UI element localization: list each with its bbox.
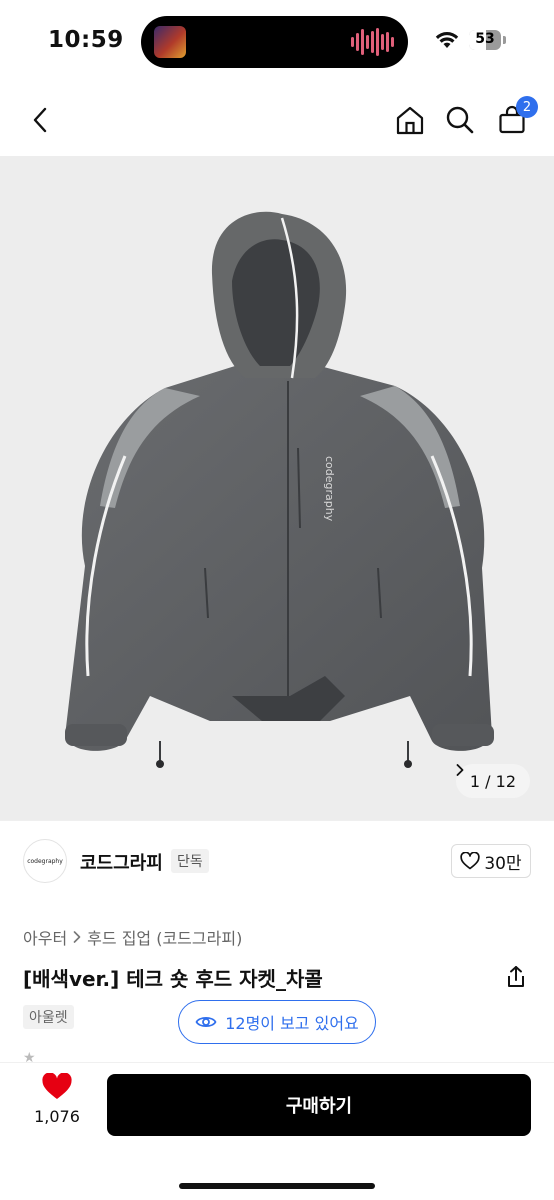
search-button[interactable] [442, 102, 478, 138]
cart-count-badge: 2 [516, 96, 538, 118]
shop-logo-text: codegraphy [27, 857, 63, 865]
wishlist-button[interactable]: 1,076 [30, 1073, 84, 1143]
share-icon [508, 966, 524, 987]
heart-filled-icon [42, 1073, 72, 1099]
battery-icon: 53 [469, 30, 501, 50]
shop-like-button[interactable]: 30만 [451, 844, 531, 878]
breadcrumb-item[interactable]: 후드 집업 (코드그라피) [87, 925, 242, 949]
viewers-count-pill[interactable]: 12명이 보고 있어요 [178, 1000, 376, 1044]
status-bar: 10:59 53 [0, 0, 554, 84]
product-jacket-image: codegraphy [65, 211, 494, 768]
battery-nub [503, 36, 506, 44]
shop-like-count: 30만 [484, 853, 522, 874]
image-counter-text: 1 / 12 [469, 771, 516, 791]
chevron-right-icon [73, 931, 81, 943]
status-time: 10:59 [48, 27, 124, 53]
jacket-print-text: codegraphy [323, 456, 336, 522]
product-title: [배색ver.] 테크 숏 후드 자켓_차콜 [23, 967, 323, 991]
audio-wave-icon [351, 28, 394, 56]
heart-outline-icon [460, 852, 481, 870]
viewers-count-text: 12명이 보고 있어요 [225, 1014, 359, 1033]
home-indicator[interactable] [179, 1183, 375, 1189]
outlet-badge: 아울렛 [23, 1005, 74, 1029]
exclusive-tag: 단독 [171, 849, 209, 873]
breadcrumb-item[interactable]: 아우터 [23, 925, 67, 949]
back-button[interactable] [22, 102, 58, 138]
wishlist-count: 1,076 [34, 1107, 80, 1126]
share-button[interactable] [502, 963, 530, 991]
home-icon [396, 106, 424, 135]
chevron-right-icon [456, 764, 464, 776]
product-image-carousel[interactable]: codegraphy 1 / 12 [0, 156, 554, 820]
buy-button[interactable]: 구매하기 [107, 1074, 531, 1136]
battery-percent: 53 [475, 31, 495, 47]
bottom-purchase-bar: 1,076 구매하기 [0, 1062, 554, 1200]
eye-icon [195, 1016, 217, 1028]
dynamic-island[interactable] [141, 16, 408, 68]
shop-name[interactable]: 코드그라피 [80, 849, 163, 875]
top-nav-bar: 2 [0, 84, 554, 156]
chevron-left-icon [33, 107, 47, 133]
image-counter-button[interactable]: 1 / 12 [455, 764, 530, 798]
cart-button[interactable]: 2 [494, 96, 538, 138]
shop-logo[interactable]: codegraphy [23, 839, 67, 883]
search-icon [446, 106, 474, 134]
home-button[interactable] [392, 102, 428, 138]
now-playing-artwork [154, 26, 186, 58]
breadcrumb: 아우터 후드 집업 (코드그라피) [23, 925, 242, 949]
wifi-icon [435, 32, 459, 48]
shop-row[interactable]: codegraphy 코드그라피 단독 30만 [0, 820, 554, 900]
